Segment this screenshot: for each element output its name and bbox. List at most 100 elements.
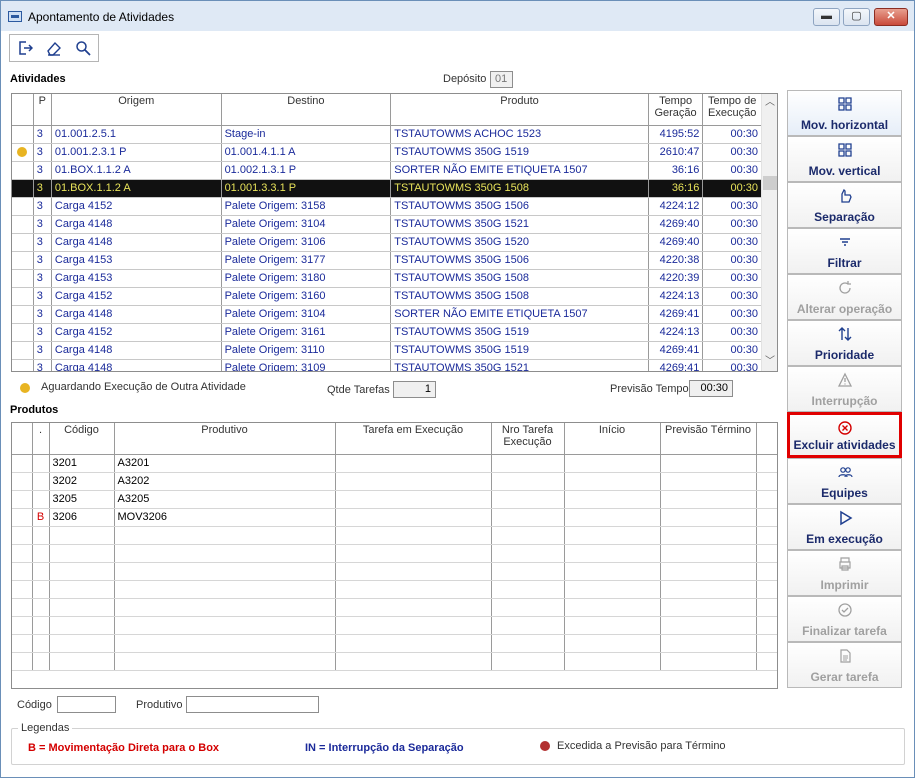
qtde-tarefas-field[interactable]: 1 [393, 381, 436, 398]
scroll-down-arrow-icon[interactable]: ﹀ [762, 354, 777, 370]
refresh-icon [838, 281, 851, 294]
produtos-header-codigo[interactable]: Código [49, 423, 115, 455]
produto-row[interactable] [12, 598, 777, 617]
waiting-dot-icon [17, 147, 28, 158]
row-indicator [12, 125, 34, 144]
atividades-grid[interactable]: P Origem Destino Produto Tempo Geração T… [11, 93, 778, 372]
produto-row[interactable]: 3205 A3205 [12, 490, 777, 509]
atividade-row[interactable]: 3 01.BOX.1.1.2 A 01.001.3.3.1 P TSTAUTOWMS … [12, 179, 762, 198]
filtrar-button[interactable]: Filtrar [787, 228, 902, 274]
atividade-row[interactable]: 3 Carga 4152 Palete Origem: 3158 TSTAUTOWMS… [12, 197, 762, 216]
atividade-row[interactable]: 3 01.001.2.5.1 Stage-in TSTAUTOWMS ACHOC 15… [12, 125, 762, 144]
maximize-button[interactable]: ▢ [843, 8, 870, 26]
atividade-row[interactable]: 3 Carga 4148 Palete Origem: 3104 SORTER NÃO… [12, 305, 762, 324]
header-origem[interactable]: Origem [51, 94, 222, 126]
produto-row[interactable] [12, 652, 777, 671]
atividade-row[interactable]: 3 Carga 4153 Palete Origem: 3177 TSTAUTOWMS… [12, 251, 762, 270]
close-button[interactable]: ✕ [874, 8, 908, 26]
header-tempo-geracao[interactable]: Tempo Geração [648, 94, 704, 126]
interrupcao-button[interactable]: Interrupção [787, 366, 902, 412]
atividade-row[interactable]: 3 Carga 4148 Palete Origem: 3104 TSTAUTOWMS… [12, 215, 762, 234]
produto-row[interactable] [12, 544, 777, 563]
cell-inicio [564, 634, 661, 653]
produto-row[interactable] [12, 562, 777, 581]
gerar-tarefa-button[interactable]: Gerar tarefa [787, 642, 902, 688]
cell-destino: Palete Origem: 3104 [221, 215, 392, 234]
header-p[interactable]: P [33, 94, 52, 126]
produto-row[interactable] [12, 616, 777, 635]
search-button[interactable] [70, 37, 96, 59]
cell-tempo-execucao: 00:30 [702, 341, 762, 360]
produto-row[interactable]: B 3206 MOV3206 [12, 508, 777, 527]
header-indicator [12, 94, 34, 126]
cell-destino: Palete Origem: 3109 [221, 359, 392, 371]
atividade-row[interactable]: 3 Carga 4152 Palete Origem: 3160 TSTAUTOWMS… [12, 287, 762, 306]
atividade-row[interactable]: 3 Carga 4148 Palete Origem: 3110 TSTAUTOWMS… [12, 341, 762, 360]
atividade-row[interactable]: 3 01.BOX.1.1.2 A 01.002.1.3.1 P SORTER NÃO … [12, 161, 762, 180]
atividade-row[interactable]: 3 Carga 4148 Palete Origem: 3106 TSTAUTOWMS… [12, 233, 762, 252]
previsao-tempo-field[interactable]: 00:30 [689, 380, 733, 397]
separacao-button[interactable]: Separação [787, 182, 902, 228]
cell-produto: TSTAUTOWMS 350G 1520 [390, 233, 649, 252]
cell-indicator [32, 454, 50, 473]
atividades-scrollbar[interactable]: ︿ ﹀ [761, 94, 777, 371]
cell-inicio [564, 562, 661, 581]
mov-vertical-button[interactable]: Mov. vertical [787, 136, 902, 182]
produtos-header-produtivo[interactable]: Produtivo [114, 423, 336, 455]
cell-blank [12, 616, 33, 635]
cell-tarefa [335, 472, 492, 491]
header-destino[interactable]: Destino [221, 94, 392, 126]
produto-row[interactable]: 3201 A3201 [12, 454, 777, 473]
alterar-operacao-button[interactable]: Alterar operação [787, 274, 902, 320]
cell-destino: Palete Origem: 3110 [221, 341, 392, 360]
produtos-grid[interactable]: . Código Produtivo Tarefa em Execução Nr… [11, 422, 778, 689]
cell-p: 3 [33, 269, 52, 288]
atividade-row[interactable]: 3 Carga 4148 Palete Origem: 3109 TSTAUTOWMS… [12, 359, 762, 371]
atividade-row[interactable]: 3 Carga 4152 Palete Origem: 3161 TSTAUTOWMS… [12, 323, 762, 342]
minimize-button[interactable]: ▬ [813, 8, 840, 26]
excluir-atividades-button[interactable]: Excluir atividades [787, 412, 902, 458]
row-indicator [12, 323, 34, 342]
clear-button[interactable] [41, 37, 67, 59]
produtos-header-tarefa[interactable]: Tarefa em Execução [335, 423, 492, 455]
mov-horizontal-button[interactable]: Mov. horizontal [787, 90, 902, 136]
produto-row[interactable]: 3202 A3202 [12, 472, 777, 491]
produto-row[interactable] [12, 580, 777, 599]
finalizar-tarefa-button[interactable]: Finalizar tarefa [787, 596, 902, 642]
cell-inicio [564, 616, 661, 635]
cell-previsao [660, 580, 757, 599]
legend-excedida-text: Excedida a Previsão para Término [557, 740, 726, 752]
atividade-row[interactable]: 3 Carga 4153 Palete Origem: 3180 TSTAUTOWMS… [12, 269, 762, 288]
cell-indicator [32, 616, 50, 635]
sidebar-button-label: Equipes [821, 486, 868, 500]
prioridade-button[interactable]: Prioridade [787, 320, 902, 366]
produto-row[interactable] [12, 526, 777, 545]
sidebar-button-label: Em execução [806, 532, 883, 546]
imprimir-button[interactable]: Imprimir [787, 550, 902, 596]
exit-button[interactable] [12, 37, 38, 59]
produtos-header-previsao[interactable]: Previsão Término [660, 423, 757, 455]
codigo-filter-input[interactable] [57, 696, 116, 713]
sidebar-button-label: Finalizar tarefa [802, 624, 887, 638]
exceeded-dot-icon [540, 741, 550, 751]
atividade-row[interactable]: 3 01.001.2.3.1 P 01.001.4.1.1 A TSTAUTOWMS … [12, 143, 762, 162]
cell-tempo-geracao: 36:16 [648, 179, 704, 198]
header-tempo-execucao[interactable]: Tempo de Execução [702, 94, 762, 126]
deposito-field[interactable]: 01 [490, 71, 513, 88]
scroll-thumb[interactable] [763, 176, 777, 190]
produtivo-filter-input[interactable] [186, 696, 319, 713]
cell-codigo: 3201 [49, 454, 115, 473]
cell-blank [12, 490, 33, 509]
cell-produto: TSTAUTOWMS 350G 1506 [390, 197, 649, 216]
produto-row[interactable] [12, 634, 777, 653]
header-produto[interactable]: Produto [390, 94, 649, 126]
cell-extra [756, 580, 777, 599]
em-execucao-button[interactable]: Em execução [787, 504, 902, 550]
cell-destino: 01.001.4.1.1 A [221, 143, 392, 162]
produtos-header-nro[interactable]: Nro Tarefa Execução [491, 423, 565, 455]
cell-origem: Carga 4148 [51, 341, 222, 360]
grid-icon [837, 97, 852, 111]
equipes-button[interactable]: Equipes [787, 458, 902, 504]
produtos-header-inicio[interactable]: Início [564, 423, 661, 455]
scroll-up-arrow-icon[interactable]: ︿ [762, 95, 777, 111]
